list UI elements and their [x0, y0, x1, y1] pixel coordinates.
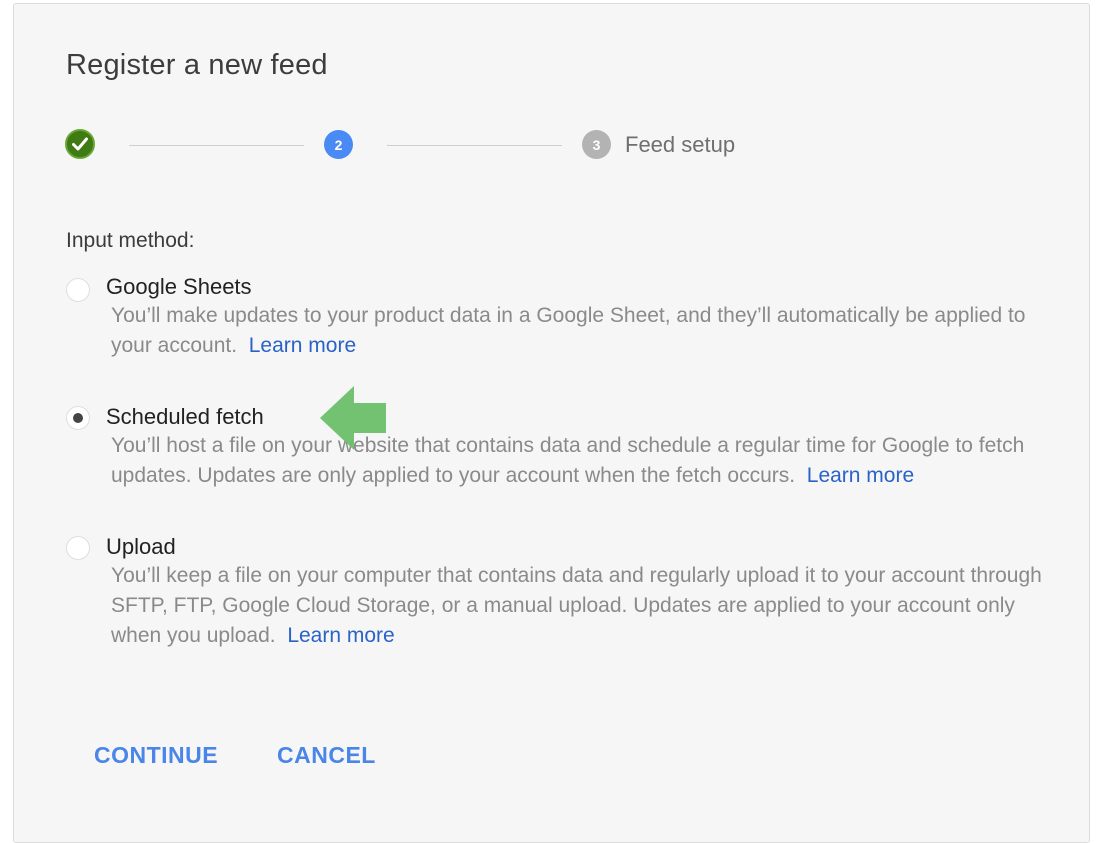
scheduled-fetch-radio[interactable]: [66, 406, 90, 430]
google-sheets-description: You’ll make updates to your product data…: [111, 301, 1046, 361]
step-connector: [129, 145, 304, 146]
upload-radio[interactable]: [66, 536, 90, 560]
scheduled-fetch-title: Scheduled fetch: [106, 404, 264, 429]
upload-learn-more-link[interactable]: Learn more: [287, 624, 394, 647]
google-sheets-title: Google Sheets: [106, 274, 252, 299]
scheduled-fetch-learn-more-link[interactable]: Learn more: [807, 464, 914, 487]
step-3-label: Feed setup: [625, 132, 736, 157]
upload-description-text: You’ll keep a file on your computer that…: [111, 564, 1042, 647]
continue-button[interactable]: CONTINUE: [94, 742, 218, 769]
cancel-button[interactable]: CANCEL: [277, 742, 376, 769]
scheduled-fetch-description: You’ll host a file on your website that …: [111, 431, 1046, 491]
step-3-upcoming: 3: [582, 130, 611, 159]
check-icon: [72, 137, 88, 151]
left-arrow-icon: [320, 386, 386, 450]
google-sheets-learn-more-link[interactable]: Learn more: [249, 334, 356, 357]
stepper: 2 3 Feed setup: [14, 4, 1089, 204]
step-2-active: 2: [324, 130, 353, 159]
step-1-complete: [65, 129, 95, 159]
upload-description: You’ll keep a file on your computer that…: [111, 561, 1046, 651]
step-connector: [387, 145, 562, 146]
google-sheets-radio[interactable]: [66, 278, 90, 302]
register-feed-dialog: Register a new feed 2 3 Feed setup Input…: [13, 3, 1090, 843]
input-method-label: Input method:: [66, 229, 195, 252]
upload-title: Upload: [106, 534, 176, 559]
